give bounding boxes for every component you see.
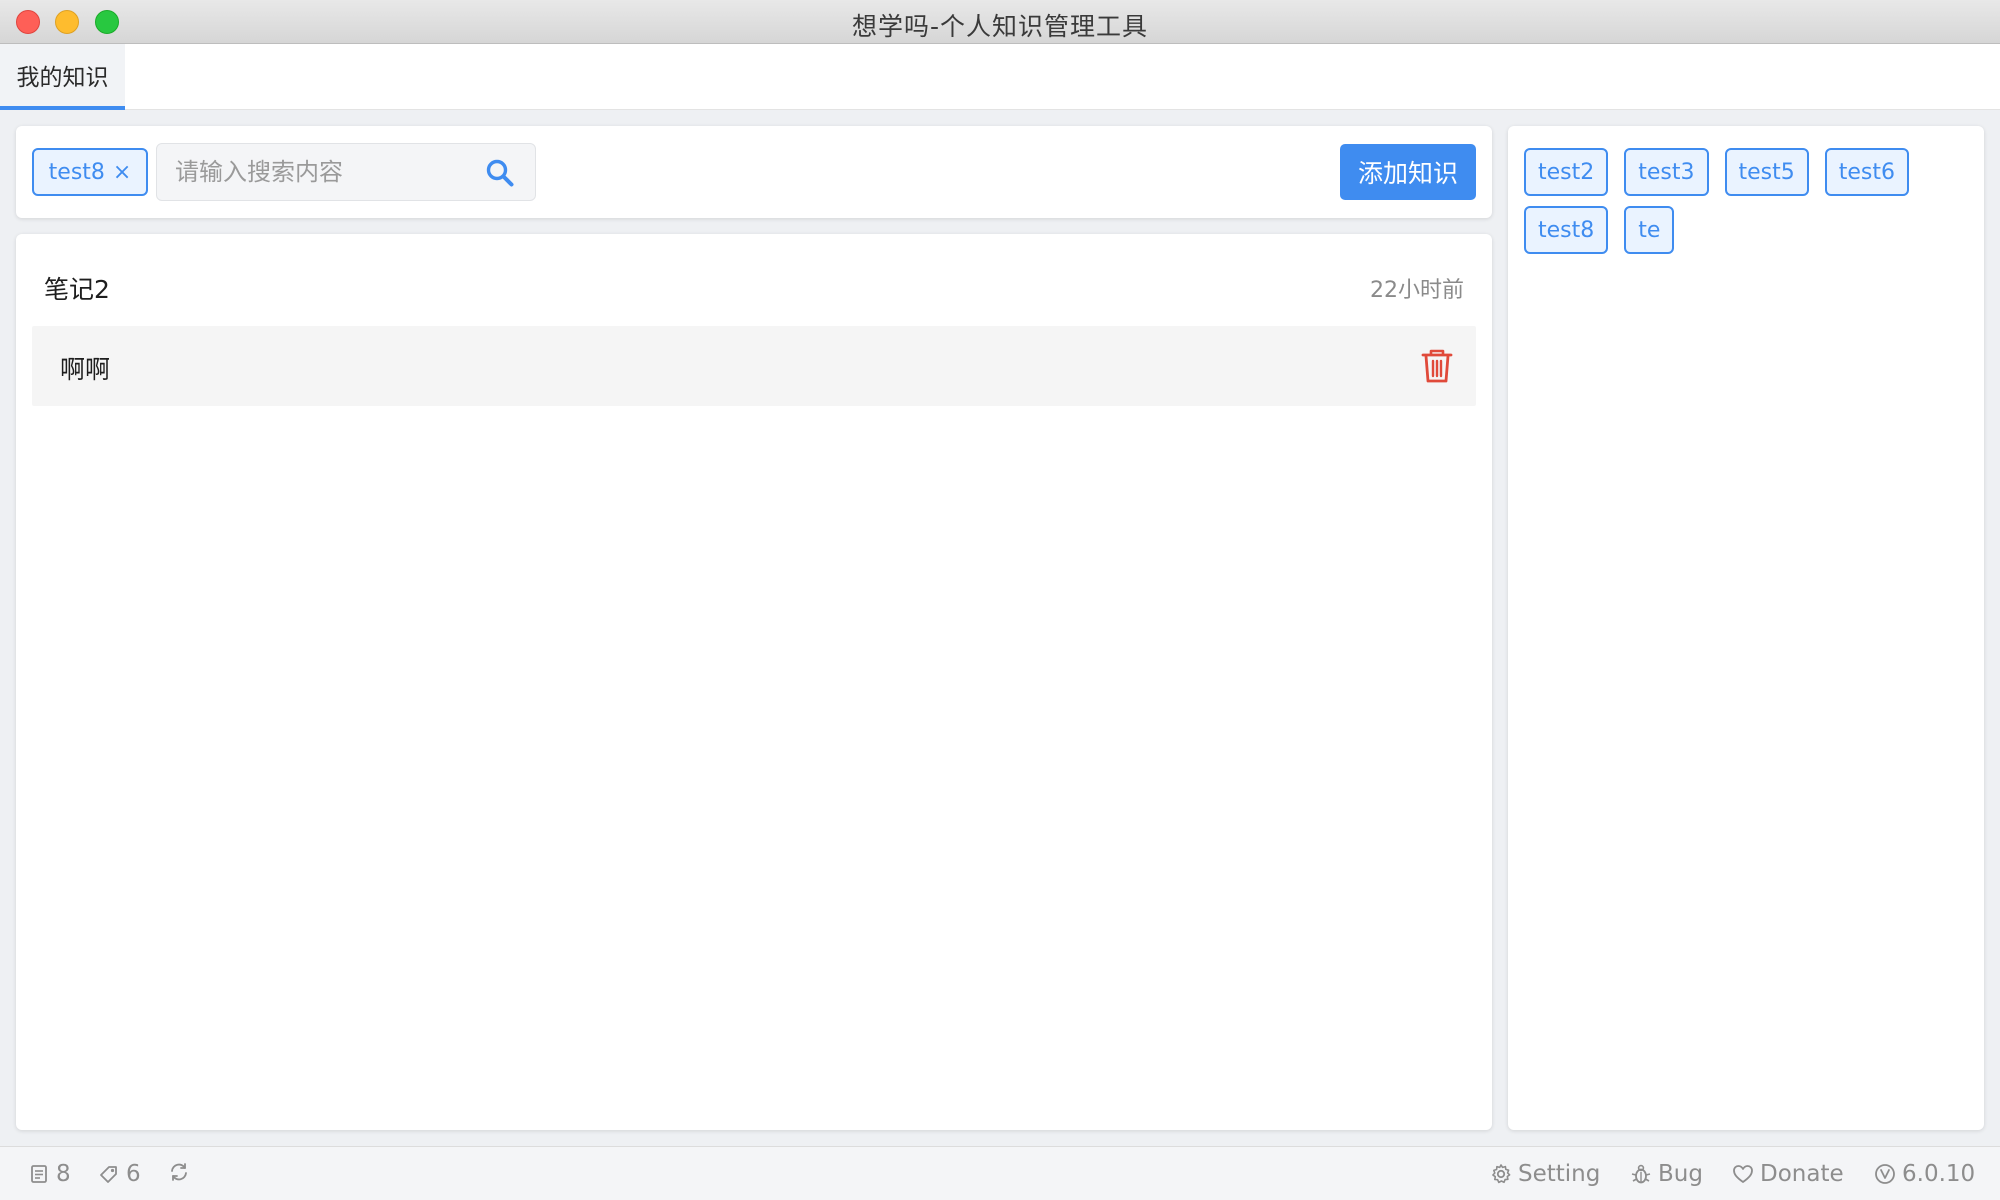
search-box <box>156 143 536 201</box>
gear-icon <box>1492 1164 1511 1184</box>
note-header[interactable]: 笔记2 22小时前 <box>16 234 1492 324</box>
setting-label: Setting <box>1518 1161 1601 1187</box>
tag-chip[interactable]: te <box>1624 206 1675 254</box>
note-content-row[interactable]: 啊啊 <box>32 326 1476 406</box>
app-window: 想学吗-个人知识管理工具 我的知识 test8 × 添加知识 笔记2 22小时前… <box>0 0 2000 1200</box>
heart-icon <box>1733 1165 1753 1183</box>
document-icon <box>31 1165 47 1183</box>
trash-icon[interactable] <box>1420 348 1454 384</box>
tag-count[interactable]: 6 <box>98 1161 141 1187</box>
version-info[interactable]: 6.0.10 <box>1874 1161 1975 1187</box>
remove-filter-icon[interactable]: × <box>113 160 131 185</box>
sync-button[interactable] <box>168 1161 190 1183</box>
notes-panel: 笔记2 22小时前 啊啊 <box>16 234 1492 1130</box>
bug-label: Bug <box>1658 1161 1703 1187</box>
bug-button[interactable]: Bug <box>1630 1161 1703 1187</box>
setting-button[interactable]: Setting <box>1490 1161 1600 1187</box>
note-title[interactable]: 笔记2 <box>44 270 110 306</box>
search-input[interactable] <box>157 144 467 200</box>
active-filter-tag-label: test8 <box>48 159 105 185</box>
version-icon <box>1875 1164 1895 1184</box>
note-content: 啊啊 <box>60 355 111 384</box>
tag-chip[interactable]: test2 <box>1524 148 1609 196</box>
tab-my-knowledge[interactable]: 我的知识 <box>0 44 125 110</box>
active-filter-tag[interactable]: test8 × <box>32 148 148 196</box>
tag-chip[interactable]: test6 <box>1824 148 1909 196</box>
title-bar[interactable]: 想学吗-个人知识管理工具 <box>0 0 2000 44</box>
tag-icon <box>100 1166 117 1183</box>
note-timestamp: 22小时前 <box>1370 278 1464 303</box>
sync-icon <box>171 1163 187 1181</box>
tab-bar: 我的知识 <box>0 44 2000 110</box>
tag-list: test2 test3 test5 test6 test8 te <box>1524 148 1964 254</box>
donate-label: Donate <box>1760 1161 1844 1187</box>
tag-chip[interactable]: test3 <box>1624 148 1709 196</box>
tag-chip[interactable]: test8 <box>1524 206 1609 254</box>
note-count-value: 8 <box>56 1161 71 1187</box>
search-panel: test8 × 添加知识 <box>16 126 1492 218</box>
bug-icon <box>1631 1164 1651 1184</box>
window-title: 想学吗-个人知识管理工具 <box>851 12 1149 41</box>
add-knowledge-button[interactable]: 添加知识 <box>1340 144 1476 200</box>
donate-button[interactable]: Donate <box>1732 1161 1844 1187</box>
note-count[interactable]: 8 <box>28 1161 71 1187</box>
version-label: 6.0.10 <box>1902 1161 1976 1187</box>
search-icon[interactable] <box>485 158 515 188</box>
tags-panel: test2 test3 test5 test6 test8 te <box>1508 126 1984 1130</box>
tag-count-value: 6 <box>126 1161 141 1187</box>
status-bar: 8 6 Setting Bug Donate 6.0.10 <box>0 1146 2000 1200</box>
tag-chip[interactable]: test5 <box>1724 148 1809 196</box>
